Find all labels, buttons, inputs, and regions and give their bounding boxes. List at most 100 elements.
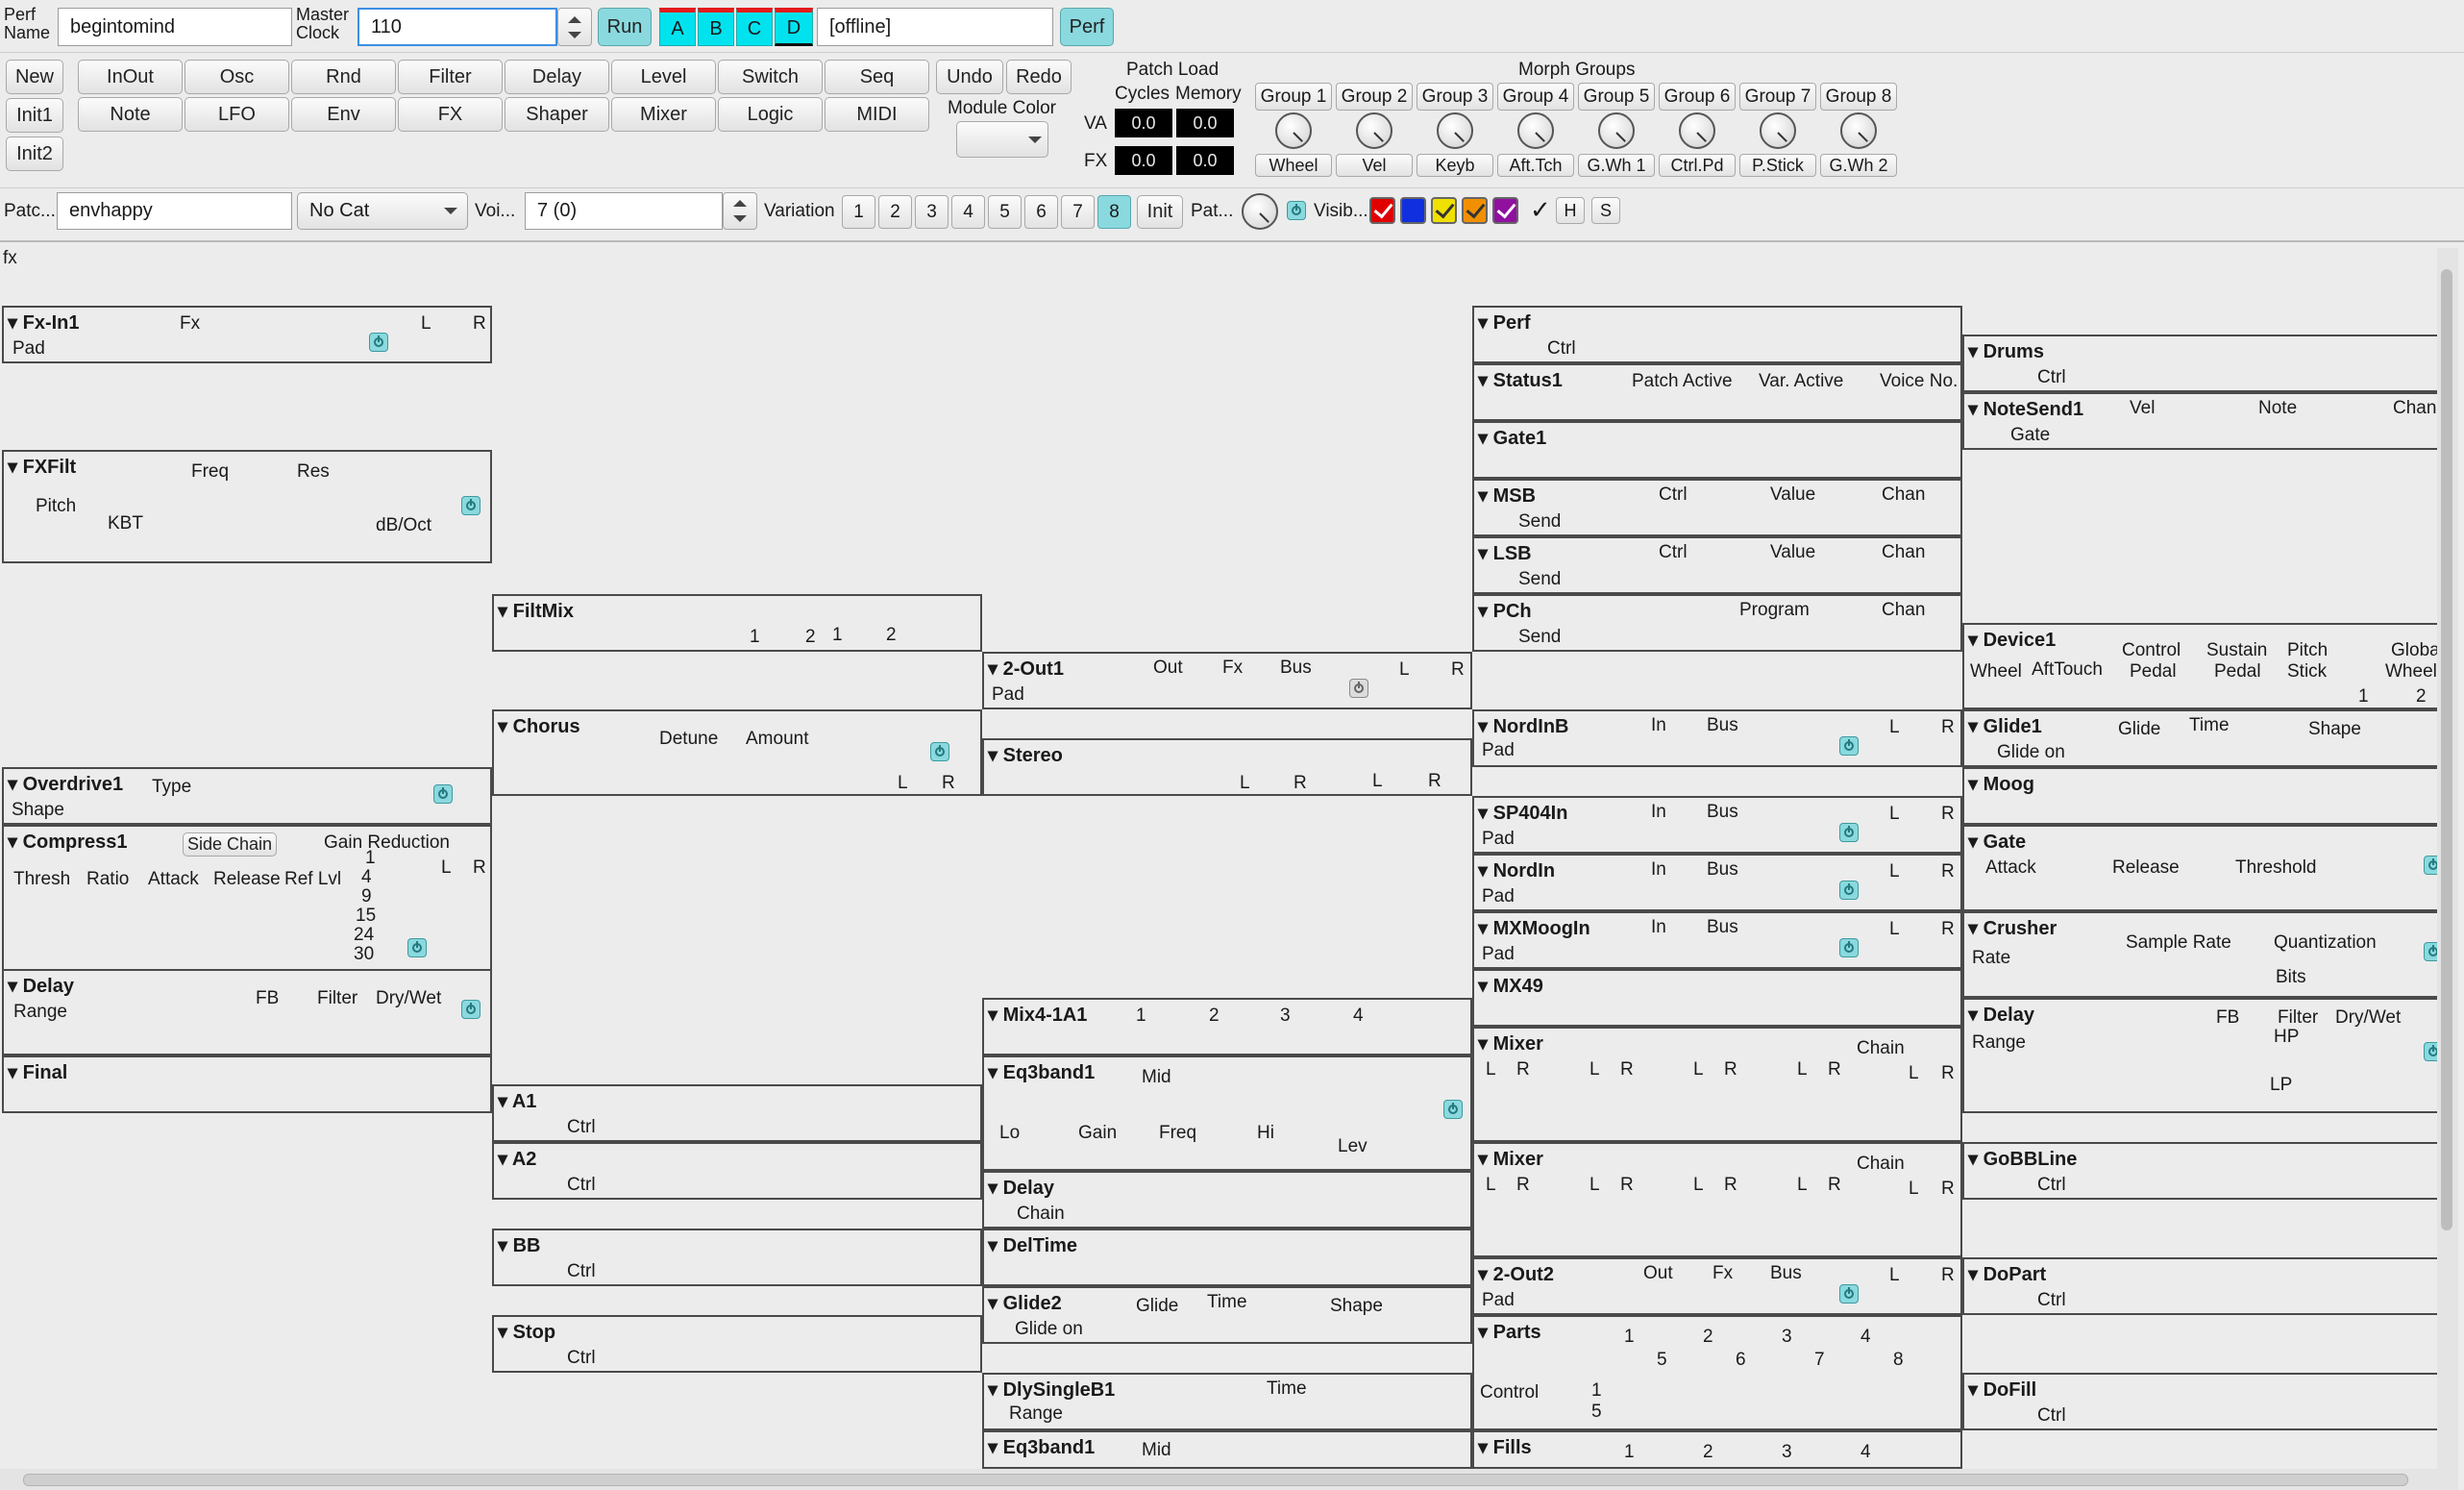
variation-6-button[interactable]: 6 bbox=[1024, 195, 1058, 229]
morph-1-knob[interactable] bbox=[1275, 112, 1312, 149]
vertical-scroll-thumb[interactable] bbox=[2441, 269, 2452, 1230]
module-device1[interactable]: ▾ Device1 Wheel AftTouch Control Pedal S… bbox=[1962, 623, 2452, 709]
module-color-select[interactable] bbox=[956, 121, 1048, 158]
morph-8-knob[interactable] bbox=[1840, 112, 1877, 149]
shaper-button[interactable]: Shaper bbox=[505, 97, 609, 132]
variation-4-button[interactable]: 4 bbox=[951, 195, 985, 229]
module-deltime[interactable]: ▾ DelTime bbox=[982, 1229, 1472, 1286]
module-glide2[interactable]: ▾ Glide2 Glide Time Shape Glide on bbox=[982, 1286, 1472, 1344]
morph-1-source[interactable]: Wheel bbox=[1255, 154, 1332, 177]
h-button[interactable]: H bbox=[1556, 197, 1585, 224]
power-icon[interactable] bbox=[433, 784, 453, 804]
stepper-up-icon[interactable] bbox=[568, 16, 581, 23]
module-gate[interactable]: ▾ Gate Attack Release Threshold bbox=[1962, 825, 2452, 911]
patch-volume-knob[interactable] bbox=[1242, 193, 1278, 230]
module-moog[interactable]: ▾ Moog bbox=[1962, 767, 2452, 825]
module-bb[interactable]: ▾ BB Ctrl bbox=[492, 1229, 982, 1286]
red-cable-checkbox[interactable] bbox=[1369, 197, 1395, 224]
module-glide1[interactable]: ▾ Glide1 Glide Time Shape Glide on bbox=[1962, 709, 2452, 767]
morph-7-source[interactable]: P.Stick bbox=[1739, 154, 1816, 177]
morph-2-knob[interactable] bbox=[1356, 112, 1392, 149]
mixer-button[interactable]: Mixer bbox=[611, 97, 716, 132]
morph-8-source[interactable]: G.Wh 2 bbox=[1820, 154, 1897, 177]
power-icon[interactable] bbox=[1443, 1100, 1463, 1119]
seq-button[interactable]: Seq bbox=[825, 60, 929, 94]
module-filtmix[interactable]: ▾ FiltMix 1 2 1 2 bbox=[492, 594, 982, 652]
power-icon[interactable] bbox=[1839, 1284, 1859, 1304]
module-gobbline[interactable]: ▾ GoBBLine Ctrl bbox=[1962, 1142, 2452, 1200]
horizontal-scroll-thumb[interactable] bbox=[23, 1474, 2408, 1486]
power-icon[interactable] bbox=[930, 742, 949, 761]
module-mxmoogin[interactable]: ▾ MXMoogIn In Bus L R Pad bbox=[1472, 911, 1962, 969]
s-button[interactable]: S bbox=[1591, 197, 1620, 224]
slot-c-button[interactable]: C bbox=[736, 8, 773, 46]
redo-button[interactable]: Redo bbox=[1006, 60, 1072, 94]
morph-group-7-button[interactable]: Group 7 bbox=[1739, 83, 1816, 111]
power-icon[interactable] bbox=[1839, 823, 1859, 842]
morph-group-5-button[interactable]: Group 5 bbox=[1578, 83, 1655, 111]
horizontal-scrollbar[interactable] bbox=[0, 1469, 2458, 1490]
module-msb[interactable]: ▾ MSB Ctrl Value Chan Send bbox=[1472, 479, 1962, 536]
module-dopart[interactable]: ▾ DoPart Ctrl bbox=[1962, 1257, 2452, 1315]
morph-group-3-button[interactable]: Group 3 bbox=[1417, 83, 1493, 111]
morph-6-knob[interactable] bbox=[1679, 112, 1715, 149]
morph-3-knob[interactable] bbox=[1437, 112, 1473, 149]
variation-3-button[interactable]: 3 bbox=[915, 195, 949, 229]
module-dlysingleb1[interactable]: ▾ DlySingleB1 Time Range bbox=[982, 1373, 1472, 1430]
logic-button[interactable]: Logic bbox=[718, 97, 823, 132]
morph-4-source[interactable]: Aft.Tch bbox=[1497, 154, 1574, 177]
module-fx-in1[interactable]: ▾ Fx-In1 Fx L R Pad bbox=[2, 306, 492, 363]
power-icon[interactable] bbox=[461, 496, 480, 515]
module-compress1[interactable]: ▾ Compress1 Side Chain Gain Reduction L … bbox=[2, 825, 492, 971]
module-stop[interactable]: ▾ Stop Ctrl bbox=[492, 1315, 982, 1373]
module-parts[interactable]: ▾ Parts 1 2 3 4 5 6 7 8 Control 1 5 bbox=[1472, 1315, 1962, 1430]
power-icon[interactable] bbox=[461, 1000, 480, 1019]
undo-button[interactable]: Undo bbox=[936, 60, 1003, 94]
module-fills[interactable]: ▾ Fills 1 2 3 4 bbox=[1472, 1430, 1962, 1469]
blue-cable-checkbox[interactable] bbox=[1400, 197, 1426, 224]
variation-7-button[interactable]: 7 bbox=[1061, 195, 1095, 229]
module-mixer-1[interactable]: ▾ Mixer Chain L R L R L R L R L R bbox=[1472, 1027, 1962, 1142]
morph-5-knob[interactable] bbox=[1598, 112, 1635, 149]
env-button[interactable]: Env bbox=[291, 97, 396, 132]
run-button[interactable]: Run bbox=[598, 8, 652, 46]
module-nordin[interactable]: ▾ NordIn In Bus L R Pad bbox=[1472, 854, 1962, 911]
stepper-up-icon[interactable] bbox=[733, 200, 747, 207]
patch-power-icon[interactable] bbox=[1287, 201, 1306, 220]
module-mx49[interactable]: ▾ MX49 bbox=[1472, 969, 1962, 1027]
module-drums[interactable]: ▾ Drums Ctrl bbox=[1962, 335, 2452, 392]
morph-group-2-button[interactable]: Group 2 bbox=[1336, 83, 1413, 111]
module-crusher[interactable]: ▾ Crusher Sample Rate Quantization Rate … bbox=[1962, 911, 2452, 998]
note-button[interactable]: Note bbox=[78, 97, 183, 132]
module-nordinb[interactable]: ▾ NordInB In Bus L R Pad bbox=[1472, 709, 1962, 767]
fx-button[interactable]: FX bbox=[398, 97, 503, 132]
variation-5-button[interactable]: 5 bbox=[988, 195, 1022, 229]
variation-1-button[interactable]: 1 bbox=[842, 195, 875, 229]
delay-button[interactable]: Delay bbox=[505, 60, 609, 94]
module-gate1[interactable]: ▾ Gate1 bbox=[1472, 421, 1962, 479]
perf-name-input[interactable]: begintomind bbox=[58, 8, 292, 46]
module-chorus[interactable]: ▾ Chorus Detune Amount L R bbox=[492, 709, 982, 796]
patch-name-input[interactable]: envhappy bbox=[57, 192, 292, 230]
module-sp404in[interactable]: ▾ SP404In In Bus L R Pad bbox=[1472, 796, 1962, 854]
module-lsb[interactable]: ▾ LSB Ctrl Value Chan Send bbox=[1472, 536, 1962, 594]
morph-group-1-button[interactable]: Group 1 bbox=[1255, 83, 1332, 111]
slot-d-button[interactable]: D bbox=[775, 8, 813, 46]
module-fxfilt[interactable]: ▾ FXFilt Freq Res Pitch KBT dB/Oct bbox=[2, 450, 492, 563]
filter-button[interactable]: Filter bbox=[398, 60, 503, 94]
switch-button[interactable]: Switch bbox=[718, 60, 823, 94]
module-mix4-1a1[interactable]: ▾ Mix4-1A1 1 2 3 4 bbox=[982, 998, 1472, 1055]
level-button[interactable]: Level bbox=[611, 60, 716, 94]
morph-group-6-button[interactable]: Group 6 bbox=[1659, 83, 1736, 111]
module-notesend1[interactable]: ▾ NoteSend1 Vel Note Chan Gate bbox=[1962, 392, 2452, 450]
master-clock-stepper[interactable] bbox=[557, 8, 592, 46]
slot-b-button[interactable]: B bbox=[698, 8, 734, 46]
midi-button[interactable]: MIDI bbox=[825, 97, 929, 132]
init1-button[interactable]: Init1 bbox=[6, 98, 63, 133]
module-2-out2[interactable]: ▾ 2-Out2 Out Fx Bus L R Pad bbox=[1472, 1257, 1962, 1315]
yellow-cable-checkbox[interactable] bbox=[1431, 197, 1457, 224]
morph-7-knob[interactable] bbox=[1760, 112, 1796, 149]
stepper-down-icon[interactable] bbox=[733, 215, 747, 222]
morph-6-source[interactable]: Ctrl.Pd bbox=[1659, 154, 1736, 177]
rnd-button[interactable]: Rnd bbox=[291, 60, 396, 94]
